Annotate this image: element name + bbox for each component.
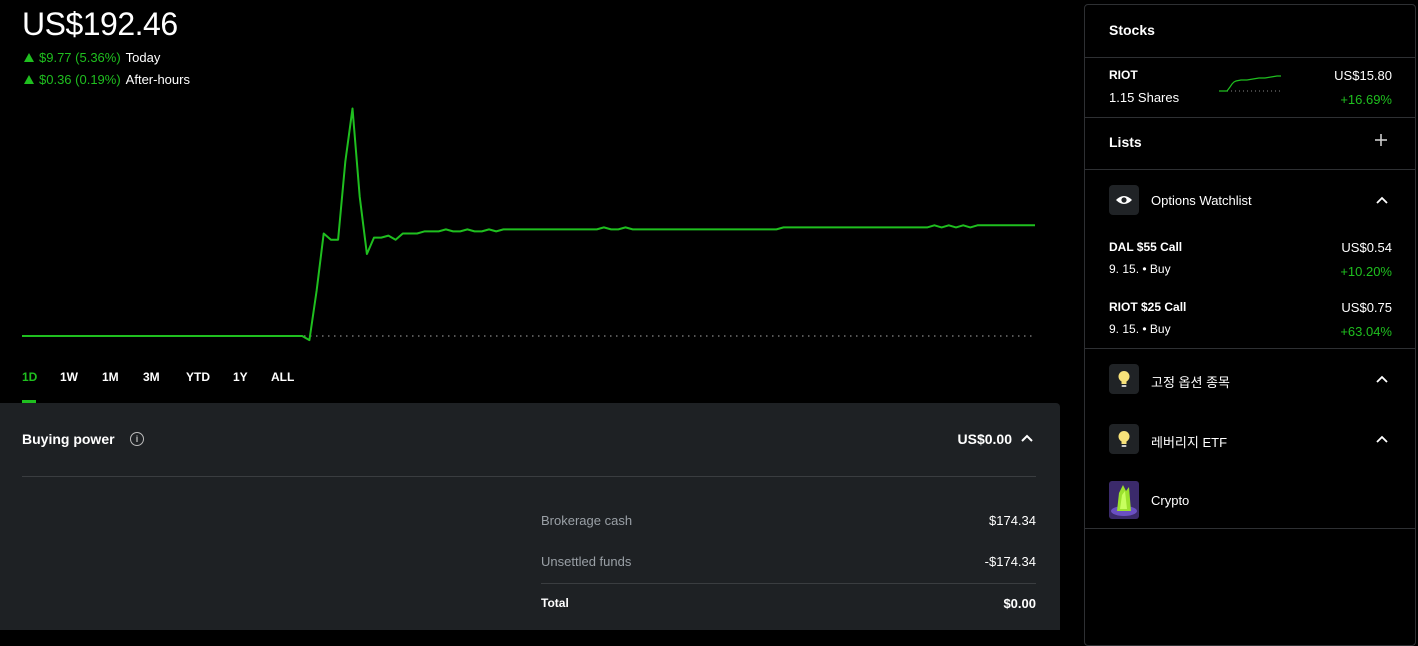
option-change: +10.20% (1340, 264, 1392, 279)
stocks-heading: Stocks (1109, 22, 1155, 38)
divider (541, 583, 1036, 584)
option-row-dal[interactable]: DAL $55 Call 9. 15. • Buy US$0.54 +10.20… (1085, 240, 1415, 290)
after-hours-label: After-hours (125, 72, 190, 87)
option-sub: 9. 15. • Buy (1109, 262, 1171, 276)
stock-change: +16.69% (1340, 92, 1392, 107)
list-fixed-options[interactable]: 고정 옵션 종목 (1085, 358, 1415, 402)
option-row-riot[interactable]: RIOT $25 Call 9. 15. • Buy US$0.75 +63.0… (1085, 300, 1415, 350)
divider (22, 476, 1036, 477)
option-change: +63.04% (1340, 324, 1392, 339)
add-list-plus-icon[interactable] (1374, 133, 1388, 147)
chevron-up-icon[interactable] (1375, 434, 1389, 444)
stock-ticker: RIOT (1109, 68, 1138, 82)
after-hours-amount: $0.36 (0.19%) (39, 72, 121, 87)
up-triangle-icon (24, 75, 34, 84)
portfolio-chart[interactable] (0, 100, 1060, 360)
chevron-up-icon[interactable] (1020, 433, 1034, 443)
stock-row-riot[interactable]: RIOT 1.15 Shares US$15.80 +16.69% (1085, 58, 1415, 116)
brokerage-cash-value: $174.34 (989, 513, 1036, 528)
option-price: US$0.75 (1341, 300, 1392, 315)
option-price: US$0.54 (1341, 240, 1392, 255)
up-triangle-icon (24, 53, 34, 62)
divider (1085, 348, 1415, 349)
total-value: $0.00 (1003, 596, 1036, 611)
buying-power-panel: Buying power i US$0.00 Brokerage cash $1… (0, 403, 1060, 630)
range-tab-ytd[interactable]: YTD (186, 370, 210, 384)
list-leverage-etf[interactable]: 레버리지 ETF (1085, 418, 1415, 462)
buying-power-title: Buying power (22, 431, 115, 447)
eye-icon (1109, 185, 1139, 215)
lists-heading: Lists (1109, 134, 1142, 150)
unsettled-funds-row: Unsettled funds -$174.34 (541, 554, 1036, 569)
range-tab-all[interactable]: ALL (271, 370, 294, 384)
total-label: Total (541, 596, 569, 610)
chevron-up-icon[interactable] (1375, 374, 1389, 384)
portfolio-main: US$192.46 $9.77 (5.36%) Today $0.36 (0.1… (0, 0, 1060, 630)
today-change-amount: $9.77 (5.36%) (39, 50, 121, 65)
range-tab-1m[interactable]: 1M (102, 370, 119, 384)
lightbulb-icon (1109, 424, 1139, 454)
stock-shares: 1.15 Shares (1109, 90, 1180, 105)
stock-price: US$15.80 (1334, 68, 1392, 83)
range-tab-1y[interactable]: 1Y (233, 370, 248, 384)
brokerage-cash-row: Brokerage cash $174.34 (541, 513, 1036, 528)
buying-power-value: US$0.00 (957, 431, 1012, 447)
divider (1085, 117, 1415, 118)
list-name: Crypto (1151, 493, 1190, 508)
series-line (22, 107, 1035, 342)
today-change: $9.77 (5.36%) Today (24, 50, 160, 65)
option-sub: 9. 15. • Buy (1109, 322, 1171, 336)
stock-sparkline (1219, 75, 1281, 92)
today-label: Today (125, 50, 161, 65)
unsettled-funds-value: -$174.34 (984, 554, 1036, 569)
brokerage-cash-label: Brokerage cash (541, 513, 633, 528)
unsettled-funds-label: Unsettled funds (541, 554, 632, 569)
total-row: Total $0.00 (541, 596, 1036, 611)
sidebar: Stocks RIOT 1.15 Shares US$15.80 +16.69%… (1084, 4, 1416, 646)
info-icon[interactable]: i (130, 432, 144, 446)
divider (1085, 169, 1415, 170)
lightbulb-icon (1109, 364, 1139, 394)
list-name: 고정 옵션 종목 (1151, 375, 1230, 390)
range-tab-3m[interactable]: 3M (143, 370, 160, 384)
list-crypto[interactable]: Crypto (1085, 477, 1415, 521)
after-hours-change: $0.36 (0.19%) After-hours (24, 72, 190, 87)
option-name: DAL $55 Call (1109, 240, 1183, 254)
range-tab-1d[interactable]: 1D (22, 370, 37, 384)
portfolio-value: US$192.46 (22, 6, 178, 42)
list-options-watchlist[interactable]: Options Watchlist (1085, 179, 1415, 223)
list-name: Options Watchlist (1151, 193, 1252, 208)
divider (1085, 528, 1415, 529)
range-tab-1w[interactable]: 1W (60, 370, 78, 384)
option-name: RIOT $25 Call (1109, 300, 1187, 314)
list-name: 레버리지 ETF (1151, 435, 1228, 450)
chevron-up-icon[interactable] (1375, 195, 1389, 205)
crypto-icon (1109, 481, 1139, 519)
